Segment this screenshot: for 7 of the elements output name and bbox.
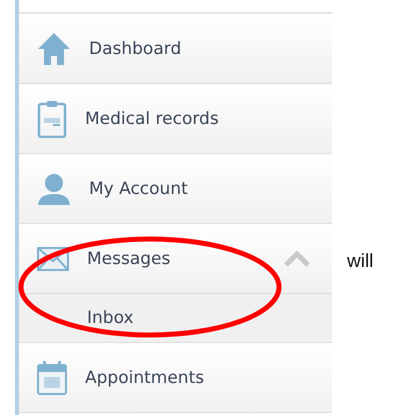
calendar-icon <box>37 360 67 394</box>
person-icon <box>37 172 71 204</box>
chevron-icon[interactable] <box>284 250 310 266</box>
submenu-item[interactable]: Inbox <box>19 294 332 343</box>
caption-text: will <box>347 251 374 273</box>
clipboard-icon <box>37 100 67 138</box>
home-icon <box>37 32 71 66</box>
